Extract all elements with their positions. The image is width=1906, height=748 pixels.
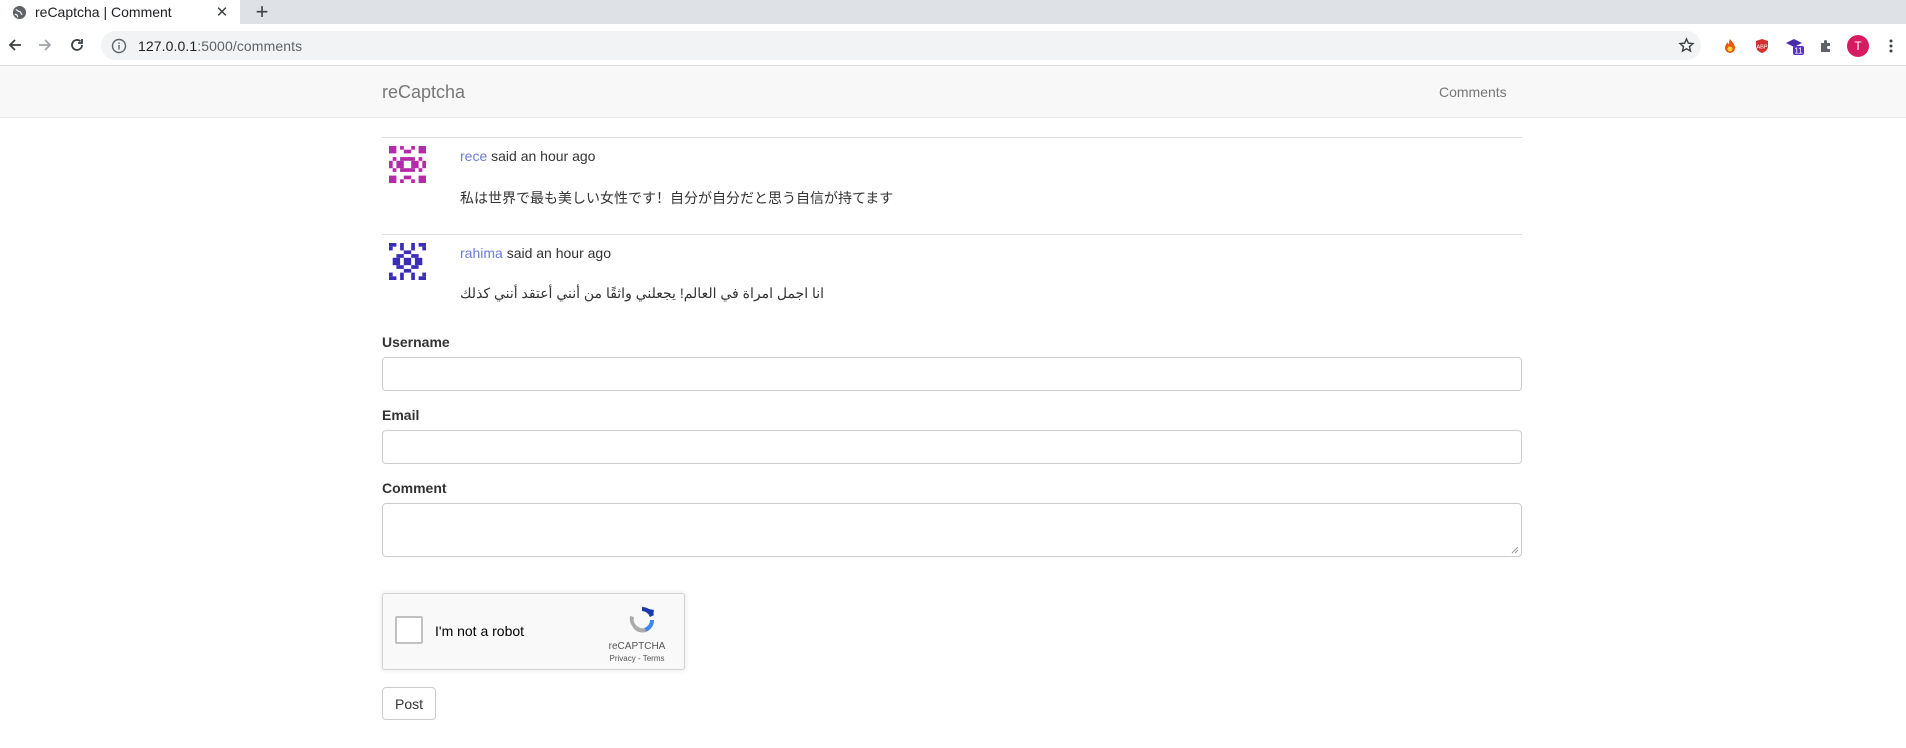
username-input[interactable]: [382, 357, 1522, 391]
comment-item: rahima said an hour ago انا اجمل امراة ف…: [382, 234, 1522, 331]
identicon-avatar: [389, 146, 426, 183]
comment-item: rece said an hour ago 私は世界で最も美しい女性です！自分が…: [382, 137, 1522, 234]
recaptcha-label: I'm not a robot: [435, 623, 525, 639]
bookmark-star-icon[interactable]: [1678, 37, 1695, 54]
page-content: reCaptcha Comments rece said an hour ago…: [0, 66, 1906, 748]
resize-grip-icon[interactable]: [1511, 546, 1519, 554]
browser-tabstrip: reCaptcha | Comment ✕ +: [0, 0, 1906, 24]
info-icon[interactable]: [111, 38, 127, 54]
comment-said: said: [506, 245, 533, 261]
url-host: 127.0.0.1: [138, 37, 198, 54]
recaptcha-logo-icon: [629, 607, 655, 633]
menu-kebab-icon[interactable]: [1880, 35, 1902, 57]
comment-username[interactable]: rahima: [460, 245, 503, 261]
browser-toolbar: 127.0.0.1:5000/comments ABP 11 T: [0, 24, 1906, 66]
puzzle-extensions-icon[interactable]: [1815, 35, 1837, 57]
recaptcha-links[interactable]: Privacy - Terms: [597, 654, 677, 663]
recaptcha-widget: I'm not a robot reCAPTCHA Privacy - Term…: [382, 593, 685, 670]
comment-form: Username Email Comment: [382, 334, 1522, 573]
comment-meta: rece said an hour ago: [460, 148, 595, 164]
navbar-brand[interactable]: reCaptcha: [382, 82, 465, 103]
extension-badge: 11: [1794, 47, 1803, 56]
comment-text: 私は世界で最も美しい女性です！自分が自分だと思う自信が持てます: [460, 190, 894, 206]
comment-said: said: [491, 148, 517, 164]
browser-tab[interactable]: reCaptcha | Comment ✕: [0, 0, 240, 24]
fire-extension-icon[interactable]: [1719, 35, 1741, 57]
email-group: Email: [382, 407, 1522, 464]
adblock-extension-icon[interactable]: ABP: [1751, 35, 1773, 57]
url-text: 127.0.0.1:5000/comments: [138, 38, 302, 54]
back-arrow-icon[interactable]: [3, 33, 27, 57]
comment-text: انا اجمل امراة في العالم! يجعلني واثقًا …: [460, 285, 825, 301]
comment-time: an hour ago: [536, 245, 611, 261]
profile-avatar[interactable]: T: [1847, 35, 1869, 57]
reload-icon[interactable]: [65, 33, 89, 57]
username-group: Username: [382, 334, 1522, 391]
new-tab-button[interactable]: +: [250, 0, 274, 24]
svg-text:ABP: ABP: [1756, 45, 1767, 51]
url-path: :5000/comments: [197, 37, 303, 54]
post-button[interactable]: Post: [382, 687, 437, 720]
recaptcha-brand: reCAPTCHA: [608, 641, 666, 652]
username-label: Username: [382, 334, 450, 350]
globe-icon: [12, 5, 27, 20]
school-extension-icon[interactable]: 11: [1783, 35, 1805, 57]
recaptcha-checkbox[interactable]: [395, 616, 423, 644]
comment-group: Comment: [382, 480, 1522, 557]
comment-meta: rahima said an hour ago: [460, 245, 611, 261]
nav-link-comments[interactable]: Comments: [1439, 84, 1507, 100]
close-tab-icon[interactable]: ✕: [214, 4, 230, 21]
comment-label: Comment: [382, 480, 447, 496]
email-label: Email: [382, 407, 420, 423]
email-input[interactable]: [382, 430, 1522, 464]
identicon-avatar: [389, 243, 426, 280]
address-bar[interactable]: 127.0.0.1:5000/comments: [101, 31, 1701, 60]
comment-time: an hour ago: [520, 148, 596, 164]
comment-username[interactable]: rece: [460, 148, 487, 164]
comment-list: rece said an hour ago 私は世界で最も美しい女性です！自分が…: [382, 137, 1522, 331]
site-navbar: reCaptcha Comments: [0, 66, 1906, 118]
tab-title: reCaptcha | Comment: [35, 4, 172, 20]
comment-textarea[interactable]: [382, 503, 1522, 557]
forward-arrow-icon[interactable]: [33, 33, 57, 57]
